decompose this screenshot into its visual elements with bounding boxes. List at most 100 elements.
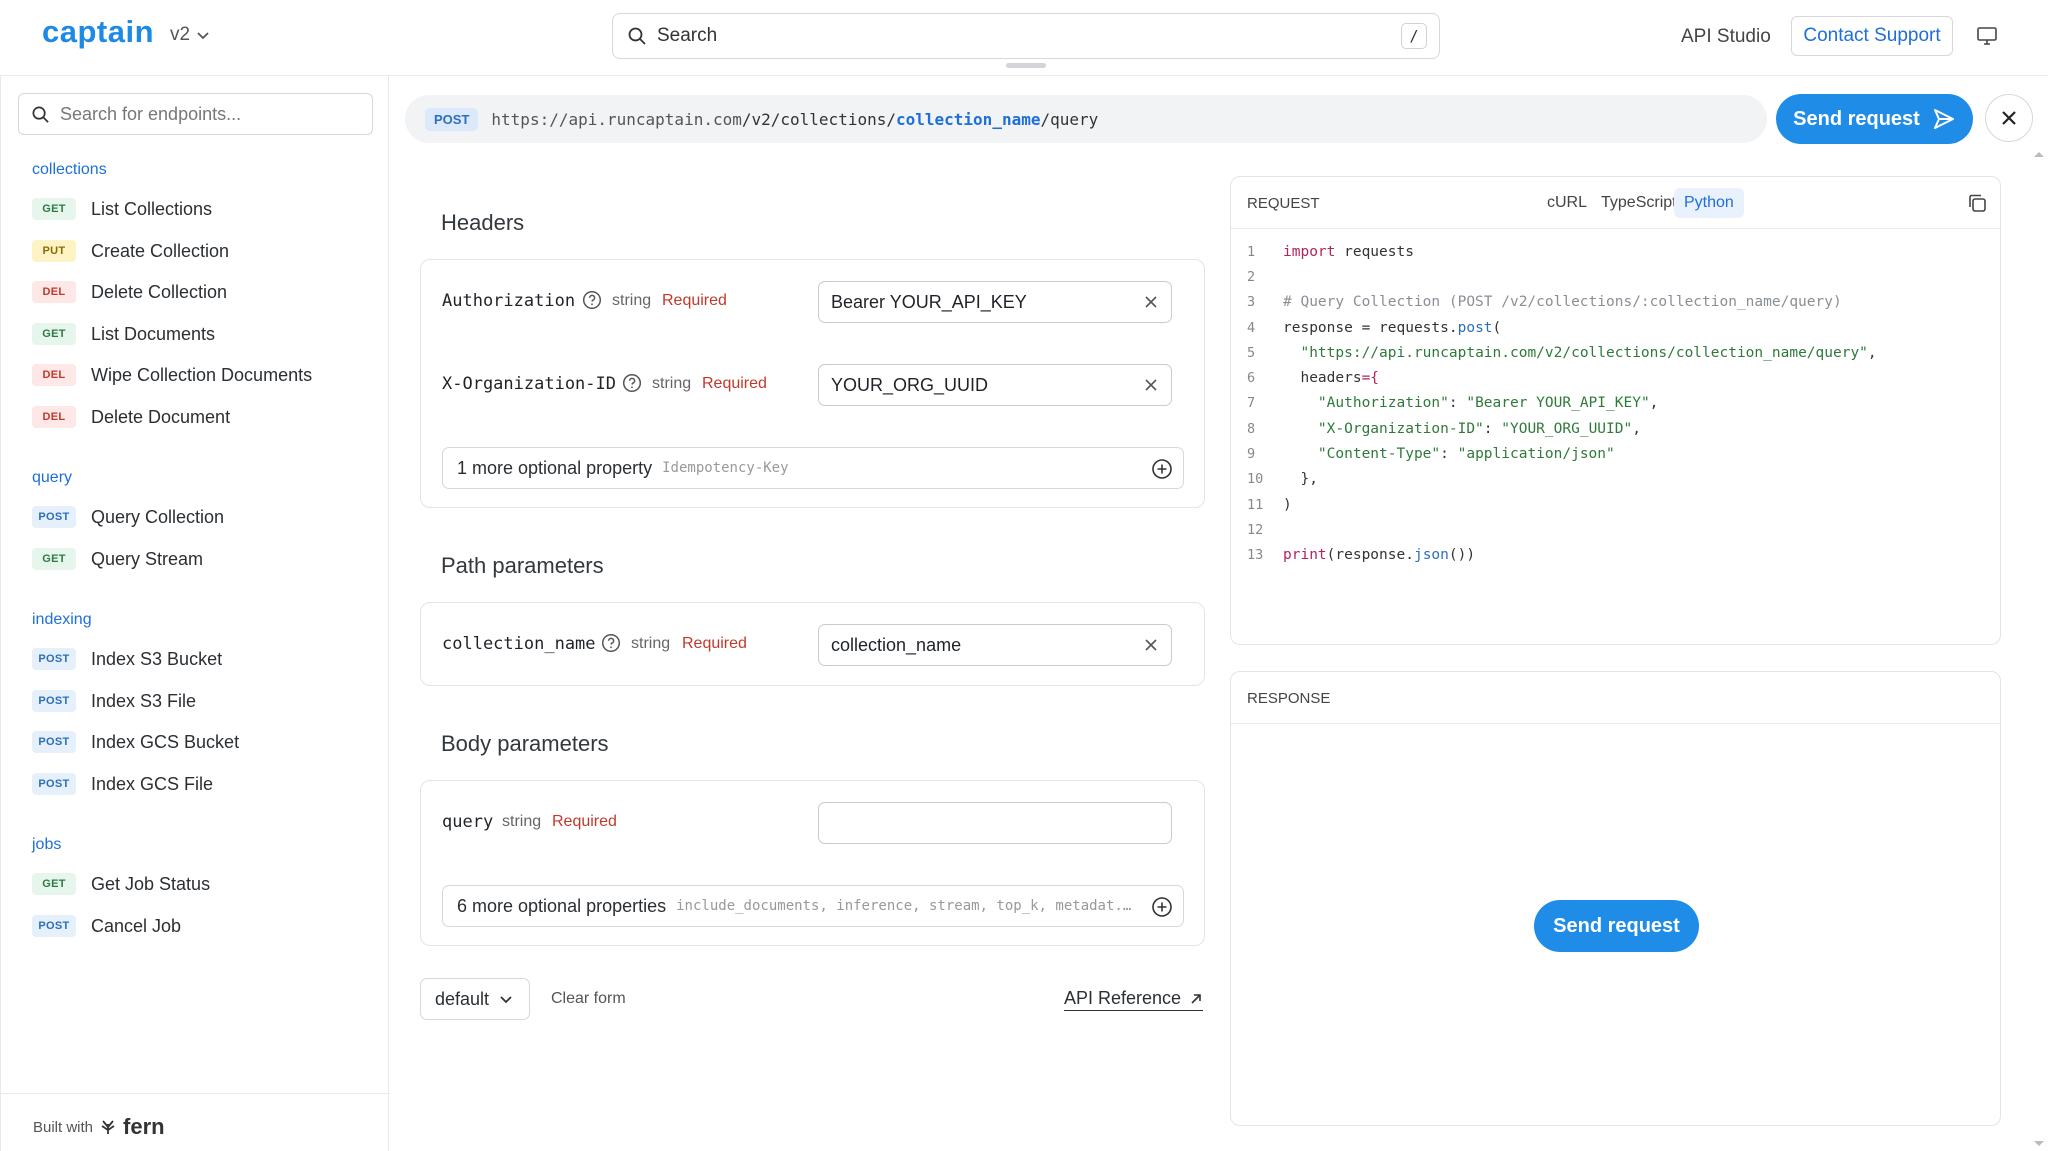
external-link-icon [1191, 993, 1201, 1004]
param-name-collection-name: collection_name [442, 634, 596, 654]
body-more-optional[interactable]: 6 more optional properties include_docum… [442, 885, 1184, 927]
param-name-query: query [442, 812, 494, 832]
code-line: 13 print(response.json()) [1247, 547, 1476, 564]
method-badge: DEL [32, 406, 76, 428]
code-line: 4 response = requests.post( [1247, 319, 1502, 336]
endpoint-search-input[interactable] [60, 103, 350, 125]
response-panel: RESPONSE Send request [1230, 671, 2001, 1126]
send-request-button[interactable]: Send request [1776, 94, 1973, 144]
url-path-param[interactable]: collection_name [896, 110, 1041, 129]
authorization-field[interactable] [818, 281, 1172, 323]
sidebar-item-cancel-job[interactable]: POST Cancel Job [32, 912, 181, 940]
scroll-up-arrow-icon[interactable] [2033, 150, 2045, 158]
code-line: 1 import requests [1247, 243, 1414, 260]
sidebar-item-label: Query Collection [91, 506, 225, 527]
sidebar-item-label: Cancel Job [91, 915, 182, 936]
top-bar: captain v2 Search / API Studio Contact S… [0, 0, 2048, 76]
sidebar-item-list-documents[interactable]: GET List Documents [32, 320, 215, 348]
sidebar-item-query-collection[interactable]: POST Query Collection [32, 503, 224, 531]
api-reference-label: API Reference [1064, 988, 1182, 1008]
sidebar-item-index-s3-file[interactable]: POST Index S3 File [32, 687, 196, 715]
clear-icon[interactable] [1143, 377, 1159, 393]
global-search[interactable]: Search / [612, 13, 1440, 59]
sidebar-item-get-job-status[interactable]: GET Get Job Status [32, 870, 210, 898]
code-line: 6 headers={ [1247, 370, 1380, 387]
clear-form-button[interactable]: Clear form [551, 990, 626, 1008]
org-id-field[interactable] [818, 364, 1172, 406]
required-label: Required [552, 813, 617, 830]
search-icon [32, 106, 49, 123]
sidebar-item-index-gcs-file[interactable]: POST Index GCS File [32, 770, 213, 798]
code-line: 8 "X-Organization-ID": "YOUR_ORG_UUID", [1247, 420, 1641, 437]
method-badge: POST [32, 731, 76, 753]
clear-icon[interactable] [1143, 294, 1159, 310]
method-badge: GET [32, 198, 76, 220]
help-icon[interactable] [601, 633, 621, 653]
version-selector[interactable]: v2 [170, 24, 210, 46]
sidebar-item-index-s3-bucket[interactable]: POST Index S3 Bucket [32, 645, 222, 673]
query-input[interactable] [831, 812, 1121, 834]
copy-icon[interactable] [1966, 192, 1988, 214]
sidebar-item-list-collections[interactable]: GET List Collections [32, 195, 212, 223]
code-line: 3 # Query Collection (POST /v2/collection… [1247, 294, 1842, 311]
sidebar-item-create-collection[interactable]: PUT Create Collection [32, 237, 229, 265]
monitor-icon[interactable] [1976, 25, 1998, 47]
response-panel-header: RESPONSE [1231, 672, 2000, 724]
request-panel-header: REQUEST cURL TypeScript Python [1231, 177, 2000, 229]
code-block[interactable]: 1 import requests 2 3 # Query Collection (… [1231, 239, 2000, 568]
code-line: 2 [1247, 268, 1256, 285]
authorization-input[interactable] [831, 291, 1121, 313]
preset-select[interactable]: default [420, 978, 530, 1020]
sidebar-item-wipe-collection-documents[interactable]: DEL Wipe Collection Documents [32, 361, 312, 389]
sidebar-item-delete-document[interactable]: DEL Delete Document [32, 403, 230, 431]
param-name-org-id: X-Organization-ID [442, 374, 616, 394]
param-type: string [652, 375, 692, 392]
more-optional-keys: include_documents, inference, stream, to… [676, 898, 1137, 914]
plus-circle-icon [1152, 459, 1172, 479]
sidebar-item-index-gcs-bucket[interactable]: POST Index GCS Bucket [32, 728, 239, 756]
tab-typescript[interactable]: TypeScript [1591, 188, 1687, 218]
method-badge: POST [32, 506, 76, 528]
help-icon[interactable] [582, 290, 602, 310]
sidebar-footer: Built with fern [1, 1093, 390, 1151]
fern-logo-icon [101, 1120, 115, 1134]
method-badge: PUT [32, 240, 76, 262]
sidebar-item-query-stream[interactable]: GET Query Stream [32, 545, 203, 573]
code-line: 12 [1247, 521, 1264, 538]
collection-name-field[interactable] [818, 624, 1172, 666]
collection-name-input[interactable] [831, 634, 1121, 656]
sidebar-item-label: Create Collection [91, 240, 230, 261]
org-id-input[interactable] [831, 374, 1121, 396]
help-icon[interactable] [622, 373, 642, 393]
scroll-down-arrow-icon[interactable] [2033, 1140, 2045, 1148]
path-params-card: collection_name string Required [420, 602, 1205, 686]
api-studio-link[interactable]: API Studio [1681, 26, 1771, 48]
tab-python[interactable]: Python [1674, 188, 1744, 218]
captain-logo[interactable]: captain [42, 14, 154, 50]
method-badge: GET [32, 548, 76, 570]
url-base: https://api.runcaptain.com [491, 109, 742, 129]
method-badge: POST [32, 690, 76, 712]
code-line: 10 }, [1247, 471, 1318, 488]
close-button[interactable] [1985, 94, 2033, 142]
headers-more-optional[interactable]: 1 more optional property Idempotency-Key [442, 447, 1184, 489]
method-badge: POST [32, 915, 76, 937]
method-badge: POST [32, 648, 76, 670]
api-reference-link[interactable]: API Reference [1064, 988, 1204, 1011]
send-request-button-secondary[interactable]: Send request [1534, 900, 1699, 952]
clear-icon[interactable] [1143, 637, 1159, 653]
drag-handle[interactable] [1006, 63, 1046, 68]
query-field[interactable] [818, 802, 1172, 844]
required-label: Required [682, 635, 747, 652]
url-path-prefix: /v2/collections/ [741, 109, 896, 129]
more-optional-label: 6 more optional properties [457, 895, 667, 916]
endpoint-search[interactable] [18, 93, 373, 135]
version-label: v2 [170, 24, 191, 45]
tab-curl[interactable]: cURL [1537, 188, 1597, 218]
sidebar-item-delete-collection[interactable]: DEL Delete Collection [32, 278, 227, 306]
sidebar-section-query: query [32, 469, 73, 486]
contact-support-button[interactable]: Contact Support [1791, 16, 1953, 56]
url-path-suffix: /query [1040, 109, 1099, 129]
built-with-fern-link[interactable]: Built with fern [33, 1114, 165, 1140]
sidebar-item-label: Wipe Collection Documents [91, 364, 313, 385]
